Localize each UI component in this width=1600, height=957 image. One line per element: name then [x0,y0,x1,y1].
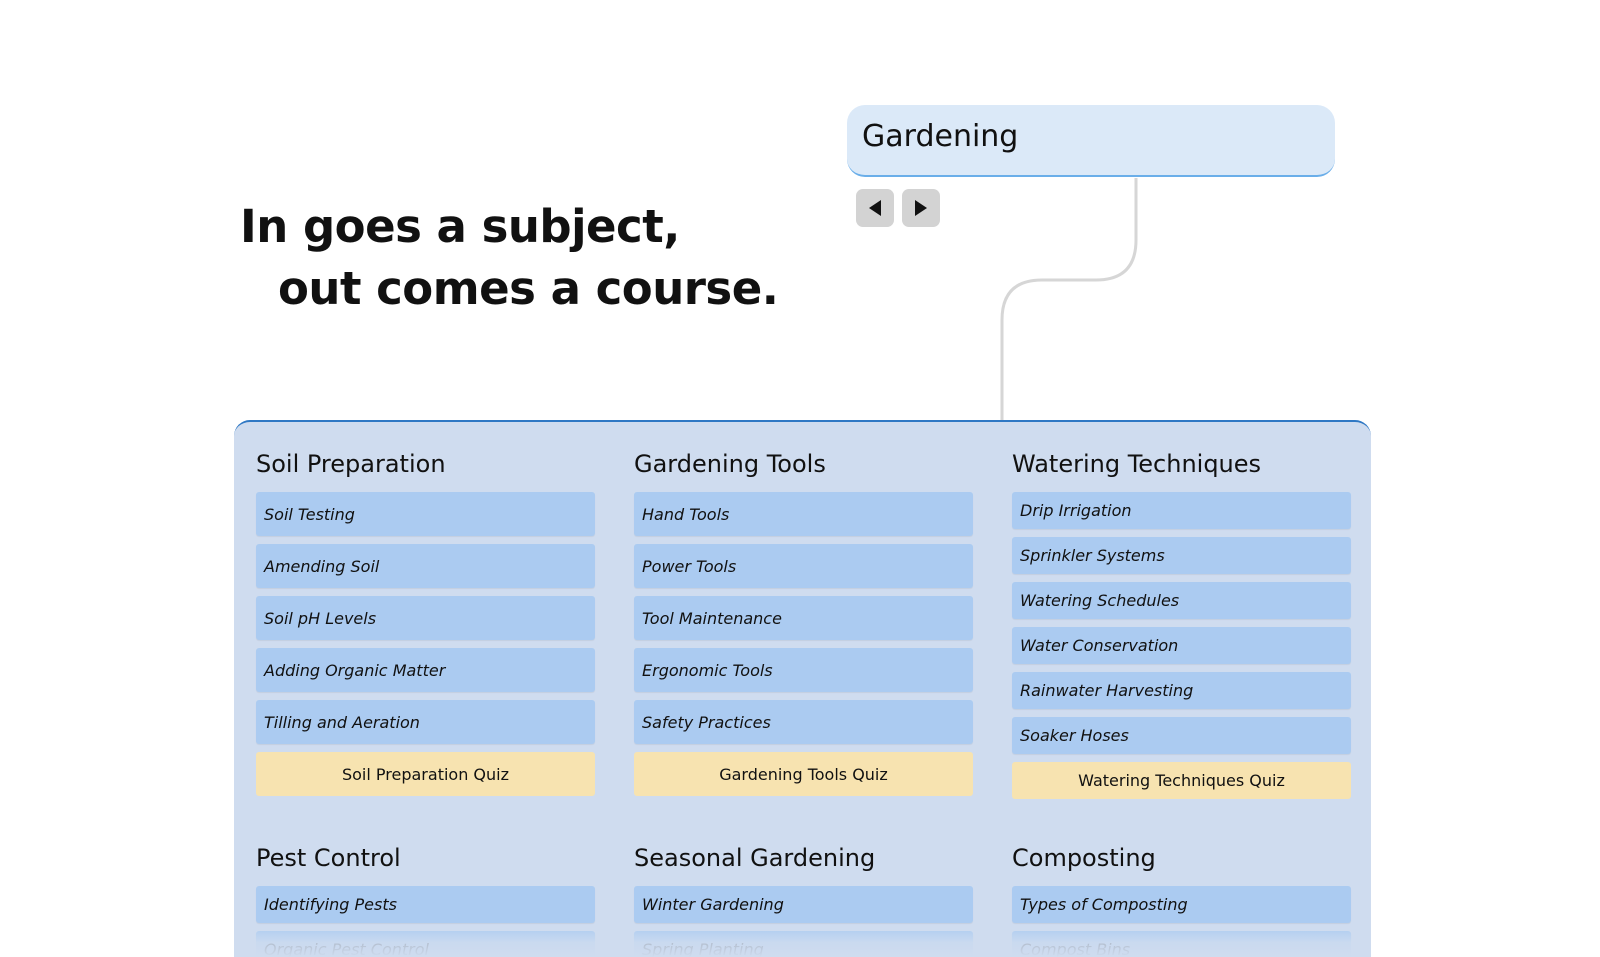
quiz-button[interactable]: Watering Techniques Quiz [1012,762,1351,799]
tagline-line-1: In goes a subject, [240,200,680,253]
lesson-item[interactable]: Organic Pest Control [256,931,595,957]
next-button[interactable] [902,189,940,227]
lesson-item[interactable]: Soil pH Levels [256,596,595,640]
lesson-item[interactable]: Compost Bins [1012,931,1351,957]
module-title: Seasonal Gardening [634,844,876,872]
previous-button[interactable] [856,189,894,227]
lesson-item[interactable]: Hand Tools [634,492,973,536]
module-pest-control: Pest Control Identifying Pests Organic P… [256,840,595,957]
lesson-item[interactable]: Soaker Hoses [1012,717,1351,754]
lesson-item[interactable]: Soil Testing [256,492,595,536]
lesson-item[interactable]: Tool Maintenance [634,596,973,640]
quiz-button[interactable]: Soil Preparation Quiz [256,752,595,796]
hero-tagline: In goes a subject, out comes a course. [240,196,779,320]
lesson-item[interactable]: Tilling and Aeration [256,700,595,744]
module-title: Pest Control [256,844,401,872]
module-title: Gardening Tools [634,450,826,478]
module-seasonal-gardening: Seasonal Gardening Winter Gardening Spri… [634,840,973,957]
module-composting: Composting Types of Composting Compost B… [1012,840,1351,957]
lesson-item[interactable]: Identifying Pests [256,886,595,923]
triangle-left-icon [869,200,881,216]
quiz-button[interactable]: Gardening Tools Quiz [634,752,973,796]
lesson-item[interactable]: Water Conservation [1012,627,1351,664]
module-gardening-tools: Gardening Tools Hand Tools Power Tools T… [634,446,973,796]
subject-input[interactable] [862,119,1320,154]
lesson-item[interactable]: Types of Composting [1012,886,1351,923]
lesson-item[interactable]: Spring Planting [634,931,973,957]
lesson-item[interactable]: Safety Practices [634,700,973,744]
tagline-line-2: out comes a course. [278,262,779,315]
lesson-item[interactable]: Sprinkler Systems [1012,537,1351,574]
triangle-right-icon [915,200,927,216]
lesson-item[interactable]: Winter Gardening [634,886,973,923]
lesson-item[interactable]: Watering Schedules [1012,582,1351,619]
lesson-item[interactable]: Power Tools [634,544,973,588]
module-title: Soil Preparation [256,450,446,478]
lesson-item[interactable]: Adding Organic Matter [256,648,595,692]
module-title: Watering Techniques [1012,450,1262,478]
subject-input-box[interactable] [847,105,1335,177]
module-soil-preparation: Soil Preparation Soil Testing Amending S… [256,446,595,796]
course-outline-panel: Soil Preparation Soil Testing Amending S… [234,420,1371,957]
module-title: Composting [1012,844,1156,872]
lesson-item[interactable]: Rainwater Harvesting [1012,672,1351,709]
lesson-item[interactable]: Ergonomic Tools [634,648,973,692]
lesson-item[interactable]: Drip Irrigation [1012,492,1351,529]
lesson-item[interactable]: Amending Soil [256,544,595,588]
module-watering-techniques: Watering Techniques Drip Irrigation Spri… [1012,446,1351,799]
